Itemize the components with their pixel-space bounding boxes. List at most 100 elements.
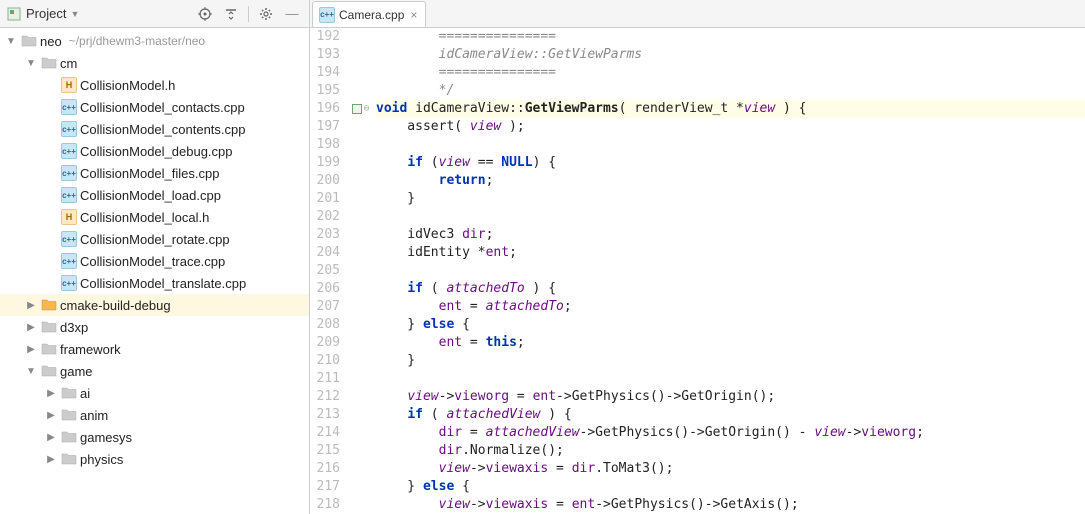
code-line[interactable]: =============== xyxy=(376,64,1085,82)
gutter-mark xyxy=(346,460,376,478)
code-line[interactable]: dir = attachedView->GetPhysics()->GetOri… xyxy=(376,424,1085,442)
code-line[interactable]: view->viewaxis = dir.ToMat3(); xyxy=(376,460,1085,478)
chevron-down-icon[interactable]: ▼ xyxy=(24,364,38,378)
code-line[interactable]: if ( attachedView ) { xyxy=(376,406,1085,424)
folder-icon xyxy=(41,297,57,313)
code-line[interactable]: } xyxy=(376,352,1085,370)
sidebar-title-group[interactable]: Project ▼ xyxy=(6,6,194,22)
chevron-right-icon[interactable]: ▶ xyxy=(44,408,58,422)
gutter-mark xyxy=(346,64,376,82)
tree-item-label: CollisionModel_load.cpp xyxy=(80,188,221,203)
tree-item-collisionmodel-contents-cpp[interactable]: c++CollisionModel_contents.cpp xyxy=(0,118,309,140)
close-icon[interactable]: × xyxy=(408,8,419,22)
tree-item-label: neo xyxy=(40,34,62,49)
chevron-down-icon[interactable]: ▼ xyxy=(4,34,18,48)
project-tree[interactable]: ▼neo~/prj/dhewm3-master/neo▼cmHCollision… xyxy=(0,28,309,514)
chevron-right-icon[interactable]: ▶ xyxy=(44,430,58,444)
tree-item-label: cm xyxy=(60,56,77,71)
tree-item-cm[interactable]: ▼ cm xyxy=(0,52,309,74)
chevron-down-icon[interactable]: ▼ xyxy=(24,56,38,70)
tree-item-collisionmodel-debug-cpp[interactable]: c++CollisionModel_debug.cpp xyxy=(0,140,309,162)
tree-item-collisionmodel-translate-cpp[interactable]: c++CollisionModel_translate.cpp xyxy=(0,272,309,294)
code-line[interactable]: if (view == NULL) { xyxy=(376,154,1085,172)
fold-icon[interactable]: ⊖ xyxy=(363,100,369,118)
line-number: 212 xyxy=(310,388,340,406)
code-line[interactable]: ent = this; xyxy=(376,334,1085,352)
line-number: 217 xyxy=(310,478,340,496)
tab-camera-cpp[interactable]: c++ Camera.cpp × xyxy=(312,1,426,27)
collapse-all-icon[interactable] xyxy=(220,3,242,25)
gutter-mark xyxy=(346,262,376,280)
code-line[interactable]: assert( view ); xyxy=(376,118,1085,136)
tree-item-collisionmodel-local-h[interactable]: HCollisionModel_local.h xyxy=(0,206,309,228)
code-line[interactable]: dir.Normalize(); xyxy=(376,442,1085,460)
tree-item-collisionmodel-rotate-cpp[interactable]: c++CollisionModel_rotate.cpp xyxy=(0,228,309,250)
code-line[interactable] xyxy=(376,262,1085,280)
gutter-mark xyxy=(346,334,376,352)
code-line[interactable] xyxy=(376,208,1085,226)
code-line[interactable]: idVec3 dir; xyxy=(376,226,1085,244)
tree-item-ai[interactable]: ▶ ai xyxy=(0,382,309,404)
tree-item-physics[interactable]: ▶physics xyxy=(0,448,309,470)
tree-item-anim[interactable]: ▶anim xyxy=(0,404,309,426)
tree-item-collisionmodel-load-cpp[interactable]: c++CollisionModel_load.cpp xyxy=(0,184,309,206)
code-line[interactable]: */ xyxy=(376,82,1085,100)
folder-icon xyxy=(21,33,37,49)
line-number: 214 xyxy=(310,424,340,442)
chevron-right-icon[interactable]: ▶ xyxy=(24,298,38,312)
code-line[interactable]: view->vieworg = ent->GetPhysics()->GetOr… xyxy=(376,388,1085,406)
code-line[interactable]: view->viewaxis = ent->GetPhysics()->GetA… xyxy=(376,496,1085,514)
target-icon[interactable] xyxy=(194,3,216,25)
gutter-mark xyxy=(346,82,376,100)
tree-item-label: d3xp xyxy=(60,320,88,335)
code-line[interactable]: idEntity *ent; xyxy=(376,244,1085,262)
cpp-file-icon: c++ xyxy=(61,253,77,269)
tree-item-label: ai xyxy=(80,386,90,401)
line-number: 200 xyxy=(310,172,340,190)
gutter-mark xyxy=(346,370,376,388)
code-line[interactable]: ent = attachedTo; xyxy=(376,298,1085,316)
tree-item-neo[interactable]: ▼neo~/prj/dhewm3-master/neo xyxy=(0,30,309,52)
tree-item-collisionmodel-h[interactable]: HCollisionModel.h xyxy=(0,74,309,96)
hide-icon[interactable]: — xyxy=(281,3,303,25)
gutter-mark xyxy=(346,172,376,190)
tree-item-framework[interactable]: ▶ framework xyxy=(0,338,309,360)
gutter-mark xyxy=(346,442,376,460)
tree-item-collisionmodel-contacts-cpp[interactable]: c++CollisionModel_contacts.cpp xyxy=(0,96,309,118)
tree-item-game[interactable]: ▼ game xyxy=(0,360,309,382)
gutter-mark xyxy=(346,406,376,424)
code-line[interactable] xyxy=(376,370,1085,388)
gutter-mark xyxy=(346,46,376,64)
chevron-right-icon[interactable]: ▶ xyxy=(24,320,38,334)
code-line[interactable]: if ( attachedTo ) { xyxy=(376,280,1085,298)
code-line[interactable] xyxy=(376,136,1085,154)
folder-icon xyxy=(61,429,77,445)
gutter-mark xyxy=(346,424,376,442)
tree-item-gamesys[interactable]: ▶gamesys xyxy=(0,426,309,448)
folder-icon xyxy=(41,319,57,335)
tree-item-label: framework xyxy=(60,342,121,357)
tree-item-label: CollisionModel_trace.cpp xyxy=(80,254,225,269)
code-line[interactable]: } else { xyxy=(376,316,1085,334)
tree-item-collisionmodel-trace-cpp[interactable]: c++CollisionModel_trace.cpp xyxy=(0,250,309,272)
tree-item-d3xp[interactable]: ▶ d3xp xyxy=(0,316,309,338)
code-editor[interactable]: 1921931941951961971981992002012022032042… xyxy=(310,28,1085,514)
line-number: 218 xyxy=(310,496,340,514)
tree-item-cmake-build-debug[interactable]: ▶cmake-build-debug xyxy=(0,294,309,316)
code-line[interactable]: return; xyxy=(376,172,1085,190)
code-line[interactable]: } xyxy=(376,190,1085,208)
code-line[interactable]: =============== xyxy=(376,28,1085,46)
gutter-mark: ⊖ xyxy=(346,100,376,118)
chevron-right-icon[interactable]: ▶ xyxy=(44,386,58,400)
chevron-right-icon[interactable]: ▶ xyxy=(24,342,38,356)
tree-item-label: game xyxy=(60,364,93,379)
code-line[interactable]: } else { xyxy=(376,478,1085,496)
tree-item-label: CollisionModel_contents.cpp xyxy=(80,122,245,137)
line-number-gutter: 1921931941951961971981992002012022032042… xyxy=(310,28,346,514)
code-line[interactable]: void idCameraView::GetViewParms( renderV… xyxy=(376,100,1085,118)
gear-icon[interactable] xyxy=(255,3,277,25)
code-content[interactable]: =============== idCameraView::GetViewPar… xyxy=(376,28,1085,514)
tree-item-collisionmodel-files-cpp[interactable]: c++CollisionModel_files.cpp xyxy=(0,162,309,184)
chevron-right-icon[interactable]: ▶ xyxy=(44,452,58,466)
code-line[interactable]: idCameraView::GetViewParms xyxy=(376,46,1085,64)
